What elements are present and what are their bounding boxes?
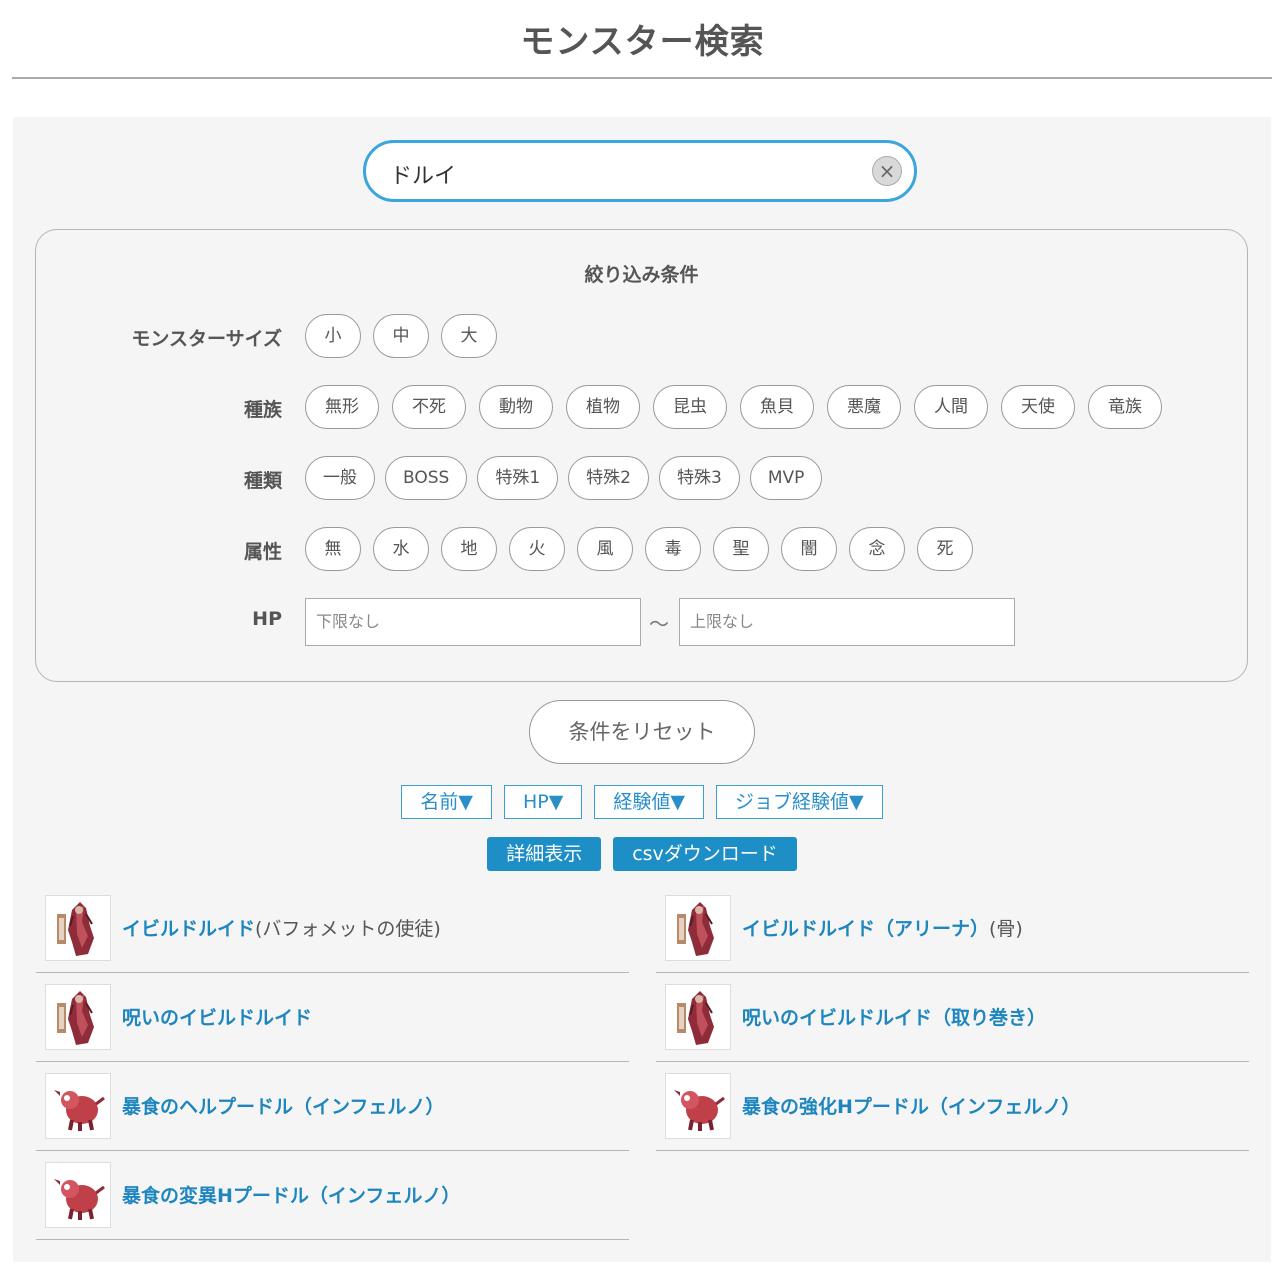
- filter-row-hp: HP 下限なし 〜 上限なし: [36, 598, 1136, 654]
- title-divider: [12, 77, 1272, 79]
- filter-section: 絞り込み条件 モンスターサイズ 小中大 種族 無形 不死 動物 植物 昆虫 魚貝 悪魔 人間天…: [35, 229, 1248, 682]
- filter-label-element: 属性: [243, 541, 282, 563]
- evil-druid-icon: [665, 984, 731, 1050]
- result-item[interactable]: 暴食の強化Hプードル（インフェルノ）: [656, 1063, 1249, 1151]
- filter-chip-element[interactable]: 風: [577, 527, 633, 571]
- result-name: 暴食のヘルプードル（インフェルノ）: [122, 1092, 444, 1119]
- csv-download-button[interactable]: csvダウンロード: [613, 837, 797, 871]
- filter-chip-type[interactable]: MVP: [749, 456, 823, 500]
- hell-poodle-icon: [45, 1162, 111, 1228]
- result-name: 呪いのイビルドルイド（取り巻き）: [742, 1003, 1046, 1030]
- sort-buttons: 名前▼ HP▼ 経験値▼ ジョブ経験値▼: [13, 785, 1271, 819]
- filter-chip-element[interactable]: 毒: [645, 527, 701, 571]
- result-item[interactable]: 暴食の変異Hプードル（インフェルノ）: [36, 1152, 629, 1240]
- detail-view-button[interactable]: 詳細表示: [487, 837, 602, 871]
- result-item[interactable]: 呪いのイビルドルイド: [36, 974, 629, 1062]
- result-link[interactable]: 暴食の強化Hプードル（インフェルノ）: [742, 1096, 1080, 1118]
- result-item[interactable]: 呪いのイビルドルイド（取り巻き）: [656, 974, 1249, 1062]
- evil-druid-icon: [45, 984, 111, 1050]
- filter-chip-size[interactable]: 大: [441, 314, 497, 358]
- result-link[interactable]: イビルドルイド: [122, 918, 255, 940]
- result-item[interactable]: イビルドルイド(バフォメットの使徒): [36, 885, 629, 973]
- result-name: 呪いのイビルドルイド: [122, 1003, 312, 1030]
- filter-chip-element[interactable]: 念: [849, 527, 905, 571]
- filter-chip-race[interactable]: 竜族: [1088, 385, 1162, 429]
- result-item[interactable]: 暴食のヘルプードル（インフェルノ）: [36, 1063, 629, 1151]
- search-input[interactable]: ドルイ ×: [363, 140, 917, 202]
- filter-chip-element[interactable]: 死: [917, 527, 973, 571]
- evil-druid-icon: [665, 895, 731, 961]
- sort-button[interactable]: 名前▼: [401, 785, 492, 819]
- filter-chip-element[interactable]: 無: [305, 527, 361, 571]
- filter-chip-size[interactable]: 小: [305, 314, 361, 358]
- filter-chip-race[interactable]: 植物: [566, 385, 640, 429]
- result-name: イビルドルイド（アリーナ）(骨): [742, 914, 1023, 941]
- hp-range-separator: 〜: [649, 612, 669, 636]
- reset-filters-button[interactable]: 条件をリセット: [529, 700, 755, 764]
- filter-chip-race[interactable]: 無形: [305, 385, 379, 429]
- page-title: モンスター検索: [520, 22, 765, 62]
- hell-poodle-icon: [665, 1073, 731, 1139]
- hp-max-input[interactable]: 上限なし: [679, 598, 1015, 646]
- hell-poodle-icon: [45, 1073, 111, 1139]
- filter-chip-type[interactable]: 特殊1: [477, 456, 559, 500]
- filter-chip-race[interactable]: 悪魔: [827, 385, 901, 429]
- filter-chip-type[interactable]: BOSS: [385, 456, 468, 500]
- filter-chip-element[interactable]: 聖: [713, 527, 769, 571]
- filter-chip-element[interactable]: 地: [441, 527, 497, 571]
- filter-chip-element[interactable]: 水: [373, 527, 429, 571]
- result-suffix: (バフォメットの使徒): [255, 918, 441, 940]
- clear-search-icon[interactable]: ×: [872, 156, 902, 186]
- filter-chip-type[interactable]: 特殊2: [568, 456, 649, 500]
- search-input-value[interactable]: ドルイ: [390, 158, 456, 190]
- evil-druid-icon: [45, 895, 111, 961]
- sort-button[interactable]: ジョブ経験値▼: [715, 785, 883, 819]
- filter-row-element: 属性 無水地火風毒聖闇念死: [36, 527, 1136, 583]
- filter-chip-race[interactable]: 天使: [1001, 385, 1075, 429]
- result-link[interactable]: 暴食のヘルプードル（インフェルノ）: [122, 1096, 444, 1118]
- filter-label-size: モンスターサイズ: [131, 328, 282, 350]
- result-suffix: (骨): [989, 918, 1023, 940]
- result-link[interactable]: イビルドルイド（アリーナ）: [742, 918, 989, 940]
- filter-chip-element[interactable]: 闇: [781, 527, 837, 571]
- filter-chip-size[interactable]: 中: [373, 314, 429, 358]
- sort-button[interactable]: HP▼: [504, 785, 583, 819]
- filter-label-type: 種類: [243, 470, 282, 492]
- filter-chip-race[interactable]: 人間: [914, 385, 988, 429]
- result-link[interactable]: 暴食の変異Hプードル（インフェルノ）: [122, 1185, 460, 1207]
- filter-chip-element[interactable]: 火: [509, 527, 565, 571]
- filter-row-race: 種族 無形 不死 動物 植物 昆虫 魚貝 悪魔 人間 天使 竜族: [36, 385, 1236, 441]
- hp-min-input[interactable]: 下限なし: [305, 598, 641, 646]
- filter-row-size: モンスターサイズ 小中大: [36, 314, 1136, 370]
- filter-label-race: 種族: [243, 399, 282, 421]
- result-name: 暴食の変異Hプードル（インフェルノ）: [122, 1181, 460, 1208]
- filter-row-type: 種類 一般 BOSS 特殊1 特殊2 特殊3 MVP: [36, 456, 1136, 512]
- filter-chip-type[interactable]: 特殊3: [658, 456, 740, 500]
- filter-chip-type[interactable]: 一般: [305, 456, 375, 500]
- result-name: イビルドルイド(バフォメットの使徒): [122, 914, 441, 941]
- result-link[interactable]: 呪いのイビルドルイド: [122, 1007, 312, 1029]
- action-buttons: 詳細表示 csvダウンロード: [13, 837, 1271, 871]
- result-link[interactable]: 呪いのイビルドルイド（取り巻き）: [742, 1007, 1046, 1029]
- filter-label-hp: HP: [252, 608, 282, 630]
- filter-chip-race[interactable]: 魚貝: [740, 385, 814, 429]
- filter-chip-race[interactable]: 昆虫: [653, 385, 727, 429]
- filter-chip-race[interactable]: 動物: [479, 385, 553, 429]
- search-panel: ドルイ × 絞り込み条件 モンスターサイズ 小中大 種族 無形 不死 動物 植物 昆虫魚…: [13, 117, 1271, 1262]
- result-item[interactable]: イビルドルイド（アリーナ）(骨): [656, 885, 1249, 973]
- result-name: 暴食の強化Hプードル（インフェルノ）: [742, 1092, 1080, 1119]
- filter-title: 絞り込み条件: [584, 264, 699, 286]
- filter-chip-race[interactable]: 不死: [392, 385, 466, 429]
- sort-button[interactable]: 経験値▼: [594, 785, 704, 819]
